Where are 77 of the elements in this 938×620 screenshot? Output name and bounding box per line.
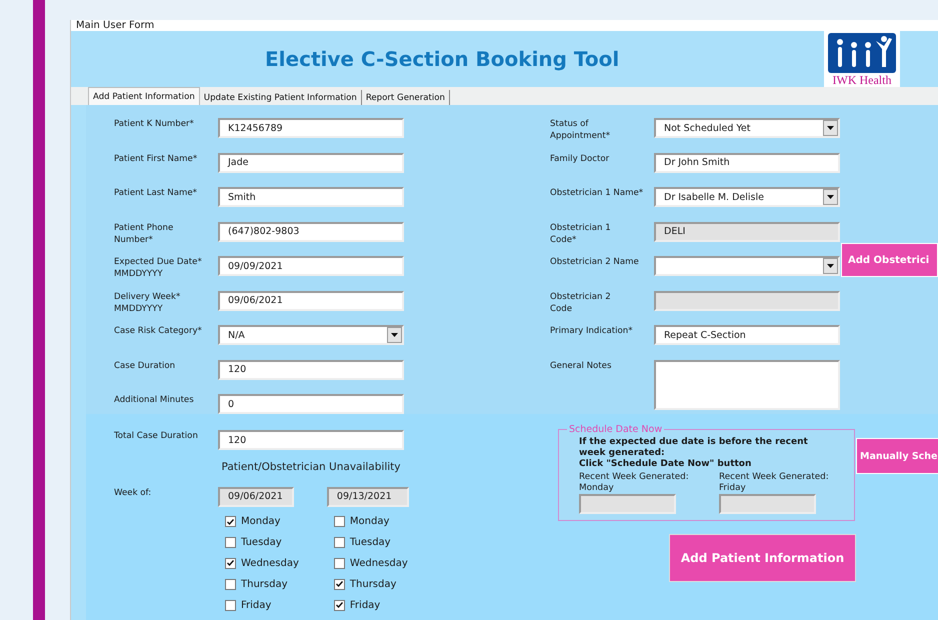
caret-icon xyxy=(391,333,398,337)
field-label: Family Doctor xyxy=(550,152,610,164)
date-field[interactable]: 09/13/2021 xyxy=(326,486,409,506)
field-label: Expected Due Date* MMDDYYYY xyxy=(114,256,203,280)
dropdown-button[interactable] xyxy=(823,258,838,274)
checkbox-label: Tuesday xyxy=(241,537,282,548)
field-label: General Notes xyxy=(550,360,612,372)
text-field[interactable] xyxy=(579,494,676,514)
text-field[interactable]: 09/09/2021 xyxy=(218,256,404,276)
checkbox-label: Friday xyxy=(241,600,272,611)
caret-icon xyxy=(827,126,834,130)
checkbox-label: Monday xyxy=(241,516,280,528)
field-label: Case Risk Category* xyxy=(114,325,203,337)
field-label: Obstetrician 2 Name xyxy=(550,256,640,268)
field-label: Patient First Name* xyxy=(114,152,198,164)
field-label: Total Case Duration xyxy=(114,430,199,442)
dropdown-button[interactable] xyxy=(823,120,838,136)
checkbox[interactable] xyxy=(225,600,236,611)
field-label: Patient K Number* xyxy=(114,118,195,130)
tab[interactable]: Add Patient Information xyxy=(88,87,200,105)
window-title: Main User Form xyxy=(76,20,154,31)
checkbox-label: Friday xyxy=(350,600,380,611)
checkbox[interactable] xyxy=(225,578,236,590)
dropdown-button[interactable] xyxy=(823,189,838,205)
checkbox-label: Thursday xyxy=(241,578,288,590)
text-field[interactable]: (647)802-9803 xyxy=(218,222,404,242)
field-label: Primary Indication* xyxy=(550,325,634,337)
checkbox[interactable] xyxy=(225,537,236,548)
checkbox[interactable] xyxy=(334,578,345,590)
instructions: If the expected due date is before the recent week generated: Click "Schedule Date Now" button xyxy=(579,437,809,470)
text-field[interactable] xyxy=(654,290,840,310)
dropdown[interactable]: N/A xyxy=(218,325,404,345)
field-label: Case Duration xyxy=(114,360,176,372)
app-title: Elective C-Section Booking Tool xyxy=(265,47,620,71)
dropdown-button[interactable] xyxy=(387,327,402,343)
text-field[interactable]: K12456789 xyxy=(218,118,404,138)
logo-text: IWK Health xyxy=(832,73,892,87)
caret-icon xyxy=(827,195,834,199)
field-label: Obstetrician 1 Code* xyxy=(550,222,612,246)
checkbox[interactable] xyxy=(334,537,345,548)
field-label: Week of: xyxy=(114,486,152,500)
field-label: Obstetrician 1 Name* xyxy=(550,187,644,199)
text-field[interactable] xyxy=(719,494,816,514)
field-label: Recent Week Generated: Monday xyxy=(579,472,690,494)
checkbox-label: Thursday xyxy=(350,578,396,590)
text-field[interactable]: 09/06/2021 xyxy=(218,290,404,310)
checkbox[interactable] xyxy=(334,558,345,569)
date-field[interactable]: 09/06/2021 xyxy=(218,486,294,506)
text-field[interactable]: DELI xyxy=(654,222,840,242)
checkbox-label: Monday xyxy=(350,516,390,528)
text-field[interactable]: Repeat C-Section xyxy=(654,325,840,345)
group-title: Schedule Date Now xyxy=(568,424,664,435)
field-label: Recent Week Generated: Friday xyxy=(719,472,830,494)
dropdown[interactable]: Not Scheduled Yet xyxy=(654,118,840,138)
dropdown[interactable]: Dr Isabelle M. Delisle xyxy=(654,187,840,207)
field-label: Delivery Week* MMDDYYYY xyxy=(114,290,182,314)
field-label: Obstetrician 2 Code xyxy=(550,290,612,314)
field-label: Patient Last Name* xyxy=(114,187,198,199)
caret-icon xyxy=(827,264,834,268)
checkbox[interactable] xyxy=(334,516,345,528)
checkbox-label: Tuesday xyxy=(350,537,391,548)
text-field[interactable]: Smith xyxy=(218,187,404,207)
field-label: Additional Minutes xyxy=(114,394,195,406)
checkbox-label: Wednesday xyxy=(350,558,408,569)
text-field[interactable]: Jade xyxy=(218,152,404,172)
text-field[interactable]: 120 xyxy=(218,430,404,450)
field-label: Status of Appointment* xyxy=(550,118,612,142)
checkbox[interactable] xyxy=(225,516,236,528)
field-label: Patient Phone Number* xyxy=(114,222,174,246)
checkbox[interactable] xyxy=(334,600,345,611)
checkbox-label: Wednesday xyxy=(241,558,299,569)
checkbox[interactable] xyxy=(225,558,236,569)
text-field[interactable]: 0 xyxy=(218,394,404,414)
text-field[interactable]: 120 xyxy=(218,360,404,380)
section-heading: Patient/Obstetrician Unavailability xyxy=(220,460,402,474)
text-field[interactable]: Dr John Smith xyxy=(654,152,840,172)
notes-field[interactable] xyxy=(654,360,840,410)
